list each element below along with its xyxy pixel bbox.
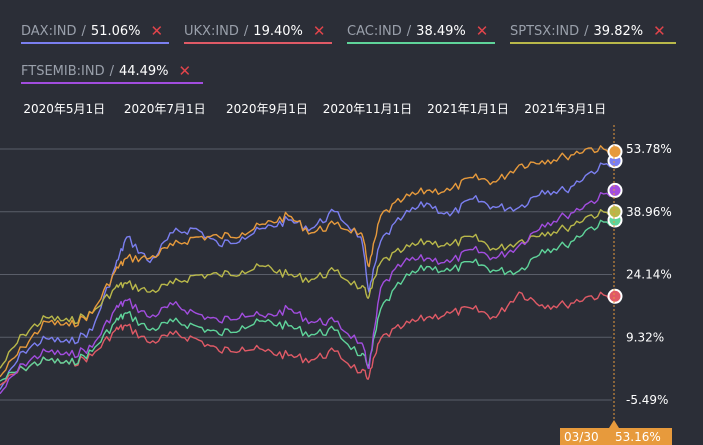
x-tick-label: 2021年3月1日	[524, 102, 606, 116]
y-tick-label: 9.32%	[626, 330, 664, 344]
crosshair-date: 03/30	[564, 430, 599, 444]
x-tick-label: 2020年7月1日	[124, 102, 206, 116]
x-tick-label: 2020年9月1日	[226, 102, 308, 116]
x-tick-label: 2020年5月1日	[23, 102, 105, 116]
crosshair-value: 53.16%	[615, 430, 661, 444]
crosshair-pointer	[609, 420, 619, 428]
x-tick-label: 2020年11月1日	[323, 102, 412, 116]
series-end-marker[interactable]	[607, 288, 623, 304]
y-tick-label: 53.78%	[626, 142, 672, 156]
series-line	[0, 209, 614, 369]
chart-widget: DAX:IND / 51.06% ✕ UKX:IND / 19.40% ✕ CA…	[0, 0, 703, 445]
y-tick-label: 38.96%	[626, 205, 672, 219]
line-chart: 2020年5月1日 2020年7月1日 2020年9月1日 2020年11月1日 202…	[0, 102, 672, 445]
y-tick-label: -5.49%	[626, 393, 668, 407]
series-end-marker[interactable]	[607, 182, 623, 198]
series-line	[0, 145, 614, 378]
x-tick-label: 2021年1月1日	[427, 102, 509, 116]
series-line	[0, 291, 614, 386]
y-tick-label: 24.14%	[626, 268, 672, 282]
series-end-marker[interactable]	[607, 144, 623, 160]
series-end-marker[interactable]	[607, 204, 623, 220]
series-line	[0, 190, 614, 395]
